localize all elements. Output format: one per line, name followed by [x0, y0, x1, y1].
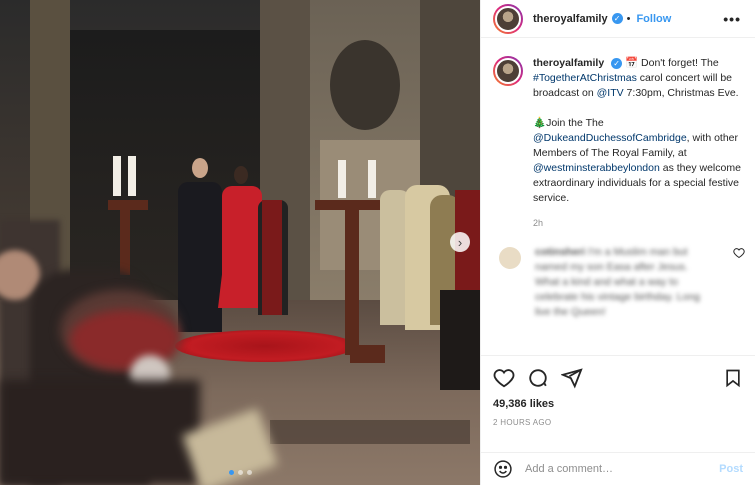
likes-count[interactable]: 49,386 likes — [493, 398, 743, 410]
carousel-dots — [0, 470, 480, 475]
heart-icon[interactable] — [493, 367, 515, 389]
caption-block: theroyalfamily ✓ 📅 Don't forget! The #To… — [481, 38, 755, 231]
add-comment-bar: Add a comment… Post — [481, 452, 755, 485]
mention-cambridge-link[interactable]: @DukeandDuchessofCambridge — [533, 132, 687, 144]
emoji-icon[interactable] — [493, 459, 513, 479]
post-timestamp[interactable]: 2 HOURS AGO — [493, 418, 743, 427]
follow-button[interactable]: Follow — [636, 13, 671, 25]
mention-itv-link[interactable]: @ITV — [597, 87, 624, 99]
header-username[interactable]: theroyalfamily — [533, 13, 608, 25]
comment-item: cotinsheri I'm a Muslim man but named my… — [481, 231, 755, 320]
chevron-right-icon: › — [457, 234, 463, 250]
instagram-post: › theroyalfamily ✓ • Follow ••• theroyal… — [0, 0, 755, 485]
caption-time[interactable]: 2h — [533, 216, 741, 231]
carousel-dot-3[interactable] — [246, 470, 252, 475]
verified-badge-icon: ✓ — [611, 58, 623, 69]
caption-avatar[interactable] — [493, 56, 523, 86]
heart-icon[interactable] — [733, 247, 745, 259]
verified-badge-icon: ✓ — [611, 13, 623, 24]
comment-avatar[interactable] — [499, 247, 521, 269]
action-bar: 49,386 likes 2 HOURS AGO — [481, 355, 755, 427]
caption-text: theroyalfamily ✓ 📅 Don't forget! The #To… — [533, 56, 741, 231]
bookmark-icon[interactable] — [723, 367, 743, 389]
caption-username[interactable]: theroyalfamily — [533, 57, 604, 69]
avatar[interactable] — [493, 3, 523, 34]
comment-icon[interactable] — [527, 367, 549, 389]
mention-abbey-link[interactable]: @westminsterabbeylondon — [533, 162, 660, 174]
action-icons — [493, 366, 743, 390]
carousel-next-button[interactable]: › — [450, 232, 470, 252]
post-photo[interactable]: › — [0, 0, 480, 485]
post-header: theroyalfamily ✓ • Follow ••• — [481, 0, 755, 38]
hashtag-link[interactable]: #TogetherAtChristmas — [533, 72, 637, 84]
comment-text: cotinsheri I'm a Muslim man but named my… — [535, 246, 700, 318]
share-icon[interactable] — [561, 367, 583, 389]
comment-input[interactable]: Add a comment… — [525, 463, 719, 475]
post-side-panel: theroyalfamily ✓ • Follow ••• theroyalfa… — [480, 0, 755, 485]
more-options-icon[interactable]: ••• — [723, 11, 741, 27]
photo-scene — [0, 0, 480, 485]
post-comment-button[interactable]: Post — [719, 463, 743, 475]
carousel-dot-2[interactable] — [237, 470, 243, 475]
comment-username[interactable]: cotinsheri — [535, 246, 585, 258]
carousel-dot-1[interactable] — [228, 470, 234, 475]
